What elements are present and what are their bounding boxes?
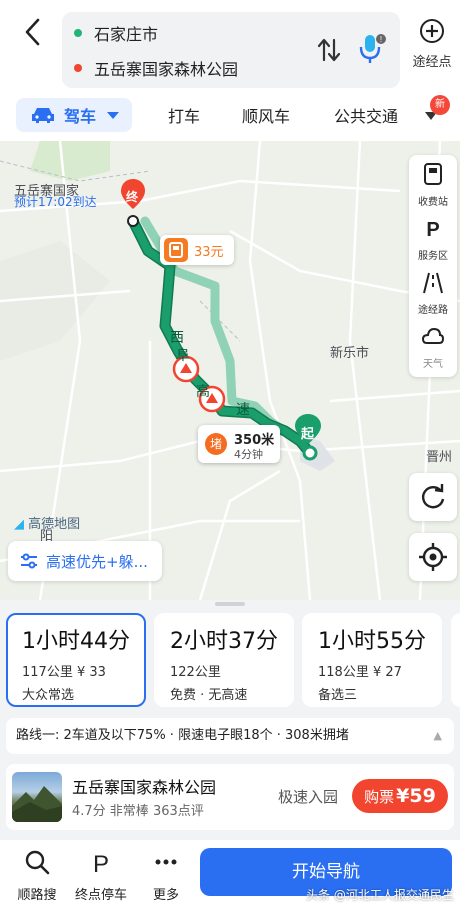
tool-toll-station[interactable]: 收费站: [409, 161, 457, 215]
route-option-2[interactable]: 2小时37分 122公里 免费 · 无高速: [154, 613, 294, 707]
route-distance-cost: 122公里: [170, 665, 221, 680]
poi-thumbnail: [12, 772, 62, 822]
toll-chip[interactable]: 33元: [160, 235, 234, 265]
tool-label: 服务区: [418, 251, 448, 262]
tool-via-road[interactable]: 途经路: [409, 269, 457, 323]
route-preference-button[interactable]: 高速优先+躲...: [8, 541, 162, 581]
tool-label: 收费站: [418, 197, 448, 208]
tool-label: 途经路: [418, 305, 448, 316]
add-waypoint-button[interactable]: 途经点: [407, 18, 457, 78]
tab-taxi[interactable]: 打车: [168, 103, 200, 127]
refresh-icon: [422, 484, 445, 509]
destination-poi-card[interactable]: 五岳寨国家森林公园 4.7分 非常棒 363点评 极速入园 购票 ¥59: [6, 764, 454, 830]
address-box: 石家庄市 五岳寨国家森林公园 !: [62, 12, 400, 88]
eta-label: 预计17:02到达: [14, 195, 97, 209]
route-duration: 1小时44分: [22, 629, 130, 654]
route-tag: 免费 · 无高速: [170, 688, 248, 703]
fast-entry-label: 极速入园: [278, 788, 339, 806]
buy-label: 购票: [364, 787, 395, 806]
voice-assistant-icon[interactable]: !: [356, 32, 388, 66]
parking-icon: P: [426, 219, 439, 241]
buy-ticket-button[interactable]: 购票 ¥59: [352, 779, 448, 813]
route-option-3[interactable]: 1小时55分 118公里 ¥ 27 备选三: [302, 613, 442, 707]
jam-time: 4分钟: [234, 448, 263, 461]
chevron-down-icon: [107, 112, 120, 119]
route-distance-cost: 118公里 ¥ 27: [318, 665, 402, 680]
svg-text:P: P: [93, 851, 109, 876]
settings-sliders-icon: [21, 553, 37, 569]
route-preference-label: 高速优先+躲...: [46, 552, 148, 571]
cloud-icon: [421, 327, 445, 344]
travel-mode-tabs: 驾车 打车 顺风车 公共交通 新: [0, 95, 460, 141]
parking-icon: P: [93, 851, 109, 878]
city-label-xinle: 新乐市: [330, 346, 370, 361]
search-icon: [25, 850, 50, 875]
tool-weather[interactable]: 天气: [409, 323, 457, 377]
map-layer-tools: 收费站 P 服务区 途经路 天气: [409, 155, 457, 377]
route-duration: 1小时55分: [318, 629, 426, 654]
route-map[interactable]: 五岳寨国家 预计17:02到达 终 起 新乐市 晋州 西 阜 高 速 33元 堵…: [0, 141, 460, 600]
destination-parking-button[interactable]: P 终点停车: [68, 848, 134, 903]
locate-me-button[interactable]: [409, 533, 457, 581]
route-tag: 备选三: [318, 688, 358, 703]
route-distance-cost: 117公里 ¥ 33: [22, 665, 106, 680]
city-label-jinzhou: 晋州: [426, 450, 453, 465]
origin-dot-icon: [74, 29, 82, 37]
car-icon: [32, 108, 54, 123]
road-name-char: 高: [196, 384, 210, 400]
route-option-peek[interactable]: [451, 613, 460, 707]
svg-text:!: !: [380, 35, 382, 44]
road-icon: [423, 272, 443, 294]
destination-dot-icon: [74, 64, 82, 72]
poi-name: 五岳寨国家森林公园: [72, 778, 217, 797]
more-label: 更多: [152, 888, 179, 903]
tab-drive-label: 驾车: [64, 107, 97, 126]
sheet-grabber[interactable]: [215, 602, 245, 606]
source-credit: 头条 @河北工人报交通民生: [306, 888, 454, 902]
toll-station-icon: [424, 163, 442, 185]
toll-icon: [164, 238, 188, 262]
start-marker-text: 起: [301, 427, 315, 442]
route-duration: 2小时37分: [170, 629, 278, 654]
origin-field[interactable]: 石家庄市: [74, 21, 158, 45]
origin-text: 石家庄市: [94, 25, 159, 44]
tab-drive[interactable]: 驾车: [16, 98, 132, 132]
destination-parking-label: 终点停车: [74, 888, 127, 903]
svg-text:P: P: [426, 219, 439, 241]
ticket-price: ¥59: [396, 785, 436, 807]
congestion-chip[interactable]: 堵 350米 4分钟: [198, 425, 280, 463]
tool-label: 天气: [423, 359, 443, 370]
jam-icon: 堵: [205, 433, 227, 455]
chevron-up-icon: ▲: [433, 729, 442, 742]
waypoint-label: 途经点: [412, 55, 452, 70]
tool-service-area[interactable]: P 服务区: [409, 215, 457, 269]
poi-rating: 4.7分 非常棒 363点评: [72, 804, 204, 819]
tab-public-transit[interactable]: 公共交通: [334, 103, 398, 127]
route-summary-text: 路线一: 2车道及以下75% · 限速电子眼18个 · 308米拥堵: [16, 728, 349, 743]
search-along-button[interactable]: 顺路搜: [4, 848, 70, 903]
destination-text: 五岳寨国家森林公园: [94, 60, 239, 79]
locate-icon: [419, 543, 447, 571]
swap-icon[interactable]: [316, 36, 342, 64]
route-tag: 大众常选: [22, 688, 75, 703]
search-along-label: 顺路搜: [17, 888, 57, 903]
back-icon[interactable]: [18, 14, 48, 50]
dest-marker-text: 终: [126, 190, 139, 204]
new-badge: 新: [430, 95, 450, 115]
plus-circle-icon: [420, 19, 444, 43]
route-option-1[interactable]: 1小时44分 117公里 ¥ 33 大众常选: [6, 613, 146, 707]
tab-carpool[interactable]: 顺风车: [242, 103, 290, 127]
road-name-char: 西: [170, 330, 184, 346]
road-name-char: 速: [236, 402, 250, 418]
destination-field[interactable]: 五岳寨国家森林公园: [74, 56, 238, 80]
more-dots-icon: [155, 859, 177, 865]
refresh-route-button[interactable]: [409, 473, 457, 521]
top-bar: 石家庄市 五岳寨国家森林公园 ! 途经点: [0, 0, 460, 95]
more-button[interactable]: 更多: [133, 848, 199, 903]
amap-logo-icon: ◢: [14, 517, 24, 532]
toll-amount: 33元: [194, 244, 224, 260]
route-summary-bar[interactable]: 路线一: 2车道及以下75% · 限速电子眼18个 · 308米拥堵 ▲: [6, 718, 454, 754]
road-name-char: 阜: [176, 348, 190, 364]
watermark-text: 高德地图: [28, 517, 81, 532]
